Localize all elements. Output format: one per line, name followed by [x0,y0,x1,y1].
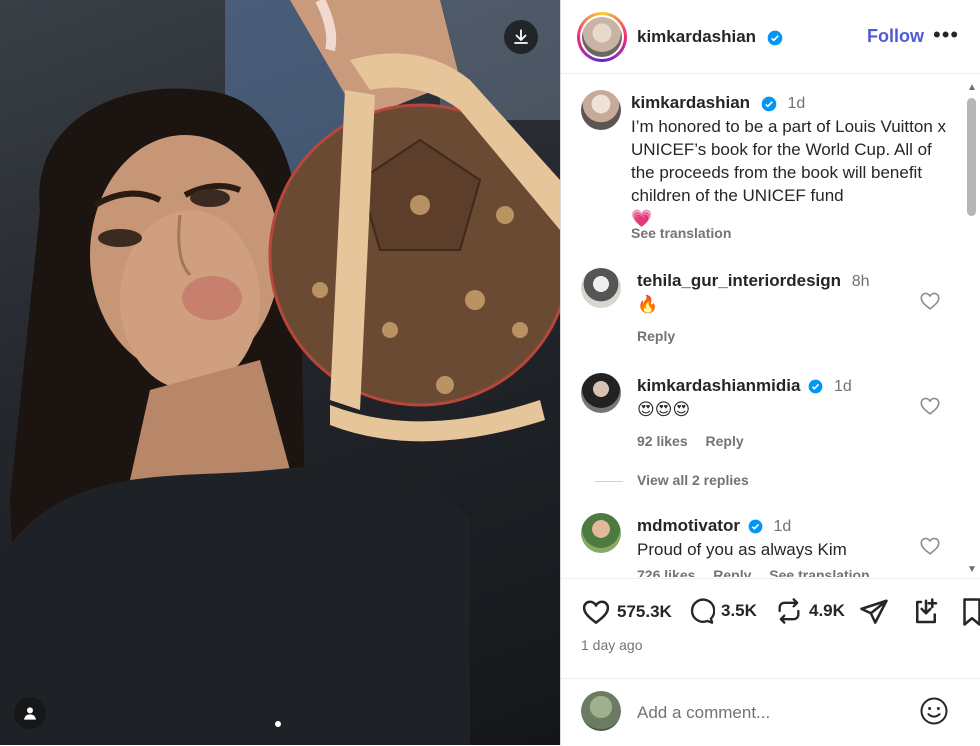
emoji-icon[interactable] [919,696,949,726]
caption-header: kimkardashian 1d [631,93,805,113]
add-comment-input[interactable] [635,699,899,727]
download-icon [514,29,528,44]
heart-icon[interactable] [919,290,941,312]
add-comment-bar [561,678,980,746]
caption-text-block: I’m honored to be a part of Louis Vuitto… [631,115,946,230]
comment-text: Proud of you as always Kim [637,540,847,559]
verified-badge-icon [748,519,763,534]
like-count[interactable]: 575.3K [617,602,672,622]
comment-likes[interactable]: 92 likes [637,433,688,449]
user-tag-icon [24,707,36,720]
post-photo[interactable] [0,0,560,745]
repost-button[interactable]: 4.9K [775,597,845,625]
download-button[interactable] [504,20,538,54]
author-username-text[interactable]: kimkardashian [637,27,756,46]
more-options-button[interactable]: ••• [933,22,959,48]
comment-header: kimkardashianmidia 1d [637,376,852,396]
comment-icon [690,598,715,624]
comment-avatar[interactable] [581,373,621,413]
comment-time[interactable]: 1d [773,518,791,535]
caption-text: I’m honored to be a part of Louis Vuitto… [631,117,947,205]
comment-username[interactable]: mdmotivator [637,516,740,535]
reply-button[interactable]: Reply [637,328,675,344]
reply-button[interactable]: Reply [713,567,751,577]
save-icon [916,598,938,624]
view-replies-text[interactable]: View all 2 replies [637,472,749,488]
author-avatar[interactable] [577,12,627,62]
comments-scrollbar[interactable]: ▲ ▼ [964,80,978,576]
photo-illustration [0,0,560,745]
comment-time[interactable]: 1d [834,378,852,395]
view-replies-link[interactable]: View all 2 replies [595,472,749,488]
comment-avatar[interactable] [581,268,621,308]
share-button[interactable] [859,597,889,627]
caption-time[interactable]: 1d [788,95,806,112]
heart-icon [582,600,610,625]
comment-username[interactable]: tehila_gur_interiordesign [637,271,841,290]
comment-count[interactable]: 3.5K [721,601,757,621]
scroll-down-arrow-icon[interactable]: ▼ [967,564,977,575]
comment-translation-link[interactable]: See translation [769,567,869,577]
caption-username[interactable]: kimkardashian [631,93,750,112]
verified-badge-icon [808,379,823,394]
verified-badge-icon [761,96,777,111]
repost-icon [778,598,800,624]
comment-button[interactable]: 3.5K [687,597,757,625]
user-tag-button[interactable] [14,697,46,729]
scrollbar-thumb[interactable] [967,98,976,216]
share-icon [860,599,888,624]
comment-username[interactable]: kimkardashianmidia [637,376,800,395]
comment-meta: 92 likes Reply [637,433,758,449]
follow-button[interactable]: Follow [867,26,924,47]
like-button[interactable]: 575.3K [581,597,672,627]
heart-icon[interactable] [919,395,941,417]
current-user-avatar[interactable] [581,691,621,731]
comment-text: 😍😍😍 [637,400,691,419]
post-time-ago[interactable]: 1 day ago [581,637,643,653]
bookmark-button[interactable] [961,597,980,627]
see-translation-link[interactable]: See translation [631,225,731,241]
verified-badge-icon [767,30,783,45]
post-actions: 575.3K 3.5K 4.9K 1 day ago [561,578,980,679]
comment-likes[interactable]: 726 likes [637,567,695,577]
save-to-device-button[interactable] [911,597,941,627]
author-username[interactable]: kimkardashian [637,27,783,47]
caption-avatar[interactable] [581,90,621,130]
repost-count[interactable]: 4.9K [809,601,845,621]
comment-time[interactable]: 8h [852,273,870,290]
comment-meta: 726 likes Reply See translation [637,567,884,577]
comment-avatar[interactable] [581,513,621,553]
carousel-indicator-dot [275,721,281,727]
comment-meta: Reply [637,328,689,344]
comment-text: 🔥 [637,295,659,314]
comments-list[interactable]: kimkardashian 1d I’m honored to be a par… [561,75,966,577]
comment-header: tehila_gur_interiordesign 8h [637,271,870,291]
replies-divider [595,480,623,482]
bookmark-icon [963,598,980,626]
post-sidebar: kimkardashian Follow ••• kimkardashian 1… [560,0,980,745]
scroll-up-arrow-icon[interactable]: ▲ [967,82,977,93]
post-header: kimkardashian Follow ••• [561,0,980,74]
heart-icon[interactable] [919,535,941,557]
comment-header: mdmotivator 1d [637,516,791,536]
reply-button[interactable]: Reply [706,433,744,449]
